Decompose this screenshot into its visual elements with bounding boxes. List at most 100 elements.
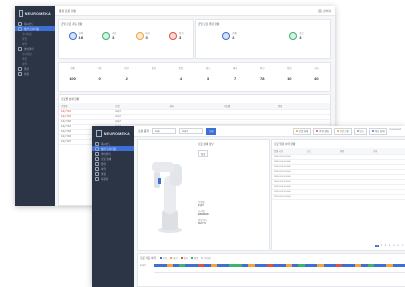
row-alarm [278, 121, 328, 123]
row-rate [224, 116, 274, 118]
status-chip: 로봇 상태 [292, 127, 312, 135]
stat-label: 에러 [232, 67, 238, 70]
alarm-row[interactable]: 2023-01-01 00:00:00 [272, 195, 405, 200]
alarm-action [381, 186, 405, 188]
robot-arm-image [152, 162, 182, 233]
alarm-desc [345, 166, 377, 168]
brand-name: NEUROMEKA [24, 11, 51, 16]
legend-label: 가동 [162, 257, 168, 260]
connection-value: Connected [389, 127, 401, 131]
kpi-icon [222, 31, 231, 40]
sidebar-item-label: 설정 [101, 172, 106, 176]
alarm-action [381, 171, 405, 173]
row-model: Indy7 [115, 116, 121, 118]
status-dot-icon [336, 130, 339, 132]
search-button[interactable]: 조회 [206, 127, 217, 135]
status-chip: 운행 상태 [313, 127, 332, 135]
nav-icon [18, 71, 22, 76]
stat-label: 가동 [97, 67, 102, 70]
alarm-action [381, 166, 405, 168]
robot-type-select[interactable]: Indy [152, 128, 177, 134]
info-value: 36.0 °C [198, 222, 206, 225]
kpi-text: 전체 2 [232, 31, 236, 40]
alarm-action [381, 156, 405, 158]
sidebar-item[interactable]: 설정 [15, 71, 55, 76]
row-model: Indy7 [115, 111, 121, 113]
stat-label: 통신 [260, 67, 265, 70]
alarm-action [381, 161, 405, 163]
legend-item: 대기 [170, 256, 178, 260]
robot-model-select[interactable]: Indy7 [179, 128, 204, 134]
front-sidebar: NEUROMEKA 대시보드 생산 모니터링 설비관리 로봇 상세 알람 이력 설정 사용자 [92, 126, 134, 287]
status-chip: 모드 [353, 127, 367, 135]
robot-table-title: 로봇별 상세 현황 [61, 98, 80, 101]
status-chip-label: 모드 [359, 130, 364, 133]
sidebar-item-label: 알람 [24, 67, 29, 71]
alarm-time: 2023-01-01 00:00:00 [274, 176, 291, 178]
timeline-bar [154, 264, 405, 267]
back-topbar: 통합 로봇 현황 관리자 [55, 6, 335, 16]
alarm-desc [345, 156, 377, 158]
sidebar-item-label: 로봇 상세 [101, 157, 112, 161]
robot-detail-card: 로봇 상세 정보 정상 모델명 Indy7 시리얼 IM000000 관절 온도 36.0… [137, 139, 270, 251]
timeline-title: 로봇 가동 이력 [140, 257, 156, 260]
sidebar-item[interactable]: 사용자 [92, 176, 134, 181]
stat-label: 점검 [287, 67, 292, 70]
stat-label: 기타 [314, 67, 319, 70]
sidebar-item-label: 대시보드 [101, 142, 111, 146]
logo-icon [19, 10, 23, 17]
alarm-code [318, 171, 342, 173]
stat-value: 100 [69, 76, 76, 81]
stat-label: 정지 [151, 67, 157, 70]
nav-icon [18, 21, 22, 26]
column-header: 상태 [169, 106, 174, 108]
alarm-desc [345, 181, 377, 183]
alarm-time: 2023-01-01 00:00:00 [274, 191, 291, 193]
page-button[interactable]: 6 [397, 245, 400, 247]
nav-icon [18, 46, 22, 51]
page-button[interactable]: 4 [388, 245, 391, 247]
page-button[interactable]: 5 [392, 245, 395, 247]
page-button[interactable]: 1 [375, 245, 379, 247]
stat-value: 7 [233, 76, 237, 81]
legend-label: 비가동 [204, 257, 211, 260]
kpi-item: 경고 3 [289, 31, 304, 40]
status-chip: 통신 상태 [368, 127, 388, 135]
sidebar-item-label: 설비관리 [24, 47, 34, 51]
alarm-time: 2023-01-01 00:00:00 [274, 186, 291, 188]
column-header: 조치 [373, 151, 378, 153]
status-chip-label: 프로그램 [339, 130, 349, 133]
column-header: 코드 [307, 151, 312, 153]
row-model: Indy7 [115, 121, 121, 123]
user-name[interactable]: 관리자 [323, 9, 331, 13]
sidebar-item-label: 설비관리 [101, 152, 111, 156]
alarm-code [318, 166, 342, 168]
robot-panel-title: 로봇 상세 정보 [198, 143, 214, 146]
stat-label: 전체 [70, 67, 75, 70]
stat-value: 78 [259, 76, 265, 81]
page-button[interactable]: 2 [380, 245, 383, 247]
logo-icon [96, 130, 102, 137]
stat-value: 4 [179, 76, 183, 81]
filter-label: 로봇 종류 [138, 129, 150, 133]
status-chip-label: 통신 상태 [374, 130, 385, 133]
kpi-icon [135, 31, 144, 40]
legend-label: 정지 [183, 257, 188, 260]
front-filter-bar: 로봇 종류 Indy Indy7 조회 로봇 상태 운행 상태 프로그램 모드 통신 상… [134, 126, 405, 137]
kpi-item: 전체 18 [68, 31, 83, 40]
alarm-code [318, 191, 342, 193]
summary-card-alarm: 금일 로봇 알람 현황 전체 2 경고 3 [195, 19, 331, 59]
user-avatar-icon[interactable] [318, 8, 323, 13]
alarm-time: 2023-01-01 00:00:00 [274, 166, 291, 168]
page-button[interactable]: 7 [401, 245, 404, 247]
stat-value: 2 [125, 76, 128, 81]
page-button[interactable]: 3 [384, 245, 387, 247]
kpi-text: 전체 18 [79, 31, 83, 40]
front-logo: NEUROMEKA [92, 126, 134, 141]
kpi-icon [102, 31, 111, 40]
alarm-desc [345, 176, 377, 178]
stat-label: 알람 [178, 67, 184, 70]
kpi-icon [68, 31, 77, 40]
legend-item: 가동 [159, 256, 168, 260]
legend-swatch [201, 257, 204, 259]
